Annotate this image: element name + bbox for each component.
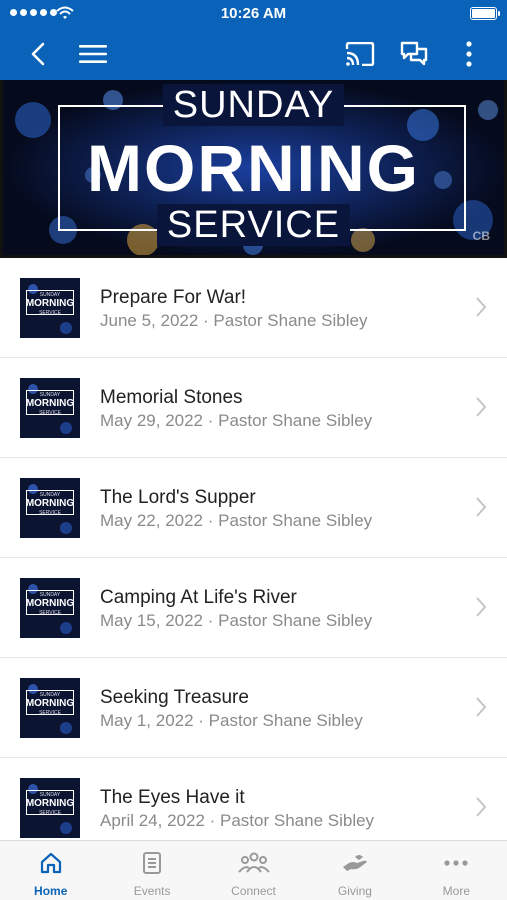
tab-giving[interactable]: Giving xyxy=(304,841,405,900)
more-options-button[interactable] xyxy=(447,28,491,80)
sermon-subtitle: May 1, 2022 · Pastor Shane Sibley xyxy=(100,711,363,730)
sermon-title: Memorial Stones xyxy=(100,387,243,408)
people-icon xyxy=(237,852,270,873)
back-button[interactable] xyxy=(16,28,60,80)
banner-title-morning: MORNING xyxy=(87,131,420,205)
tab-events[interactable]: Events xyxy=(101,841,202,900)
sermon-thumbnail: SUNDAY MORNING SERVICE xyxy=(20,778,80,838)
sermon-title: The Lord's Supper xyxy=(100,487,256,508)
chat-button[interactable] xyxy=(392,28,436,80)
more-vertical-icon xyxy=(466,41,472,67)
banner-title-service: SERVICE xyxy=(3,204,504,246)
cast-button[interactable] xyxy=(338,28,382,80)
sermon-title: Prepare For War! xyxy=(100,287,247,308)
chevron-right-icon xyxy=(476,597,487,617)
sermon-title: The Eyes Have it xyxy=(100,787,245,808)
list-item[interactable]: SUNDAY MORNING SERVICE Prepare For War! … xyxy=(0,258,507,358)
sermon-thumbnail: SUNDAY MORNING SERVICE xyxy=(20,278,80,338)
sermon-thumbnail: SUNDAY MORNING SERVICE xyxy=(20,678,80,738)
chevron-right-icon xyxy=(476,697,487,717)
nav-bar xyxy=(0,28,507,80)
chevron-right-icon xyxy=(476,397,487,417)
sermon-thumbnail: SUNDAY MORNING SERVICE xyxy=(20,378,80,438)
sermon-subtitle: May 22, 2022 · Pastor Shane Sibley xyxy=(100,511,373,530)
giving-hand-icon xyxy=(342,855,367,871)
tab-label: Connect xyxy=(231,884,276,898)
cast-icon xyxy=(345,42,375,66)
tab-label: Home xyxy=(34,884,68,898)
list-item[interactable]: SUNDAY MORNING SERVICE Seeking Treasure … xyxy=(0,658,507,758)
church-logo: CB xyxy=(472,229,490,243)
hamburger-icon xyxy=(79,45,107,63)
sermon-thumbnail: SUNDAY MORNING SERVICE xyxy=(20,578,80,638)
sermon-subtitle: May 15, 2022 · Pastor Shane Sibley xyxy=(100,611,373,630)
chevron-right-icon xyxy=(476,297,487,317)
more-horizontal-icon xyxy=(444,860,468,866)
list-item[interactable]: SUNDAY MORNING SERVICE The Lord's Supper… xyxy=(0,458,507,558)
sermon-title: Camping At Life's River xyxy=(100,587,297,608)
tab-label: Events xyxy=(133,884,171,898)
battery-icon xyxy=(470,7,500,20)
sermon-subtitle: May 29, 2022 · Pastor Shane Sibley xyxy=(100,411,373,430)
sermon-list: SUNDAY MORNING SERVICE Prepare For War! … xyxy=(0,258,507,858)
sermon-subtitle: June 5, 2022 · Pastor Shane Sibley xyxy=(100,311,368,330)
sermon-thumbnail: SUNDAY MORNING SERVICE xyxy=(20,478,80,538)
chat-icon xyxy=(400,41,428,66)
sermon-title: Seeking Treasure xyxy=(100,687,249,708)
tab-bar: Home Events Connect Giving More xyxy=(0,840,507,900)
home-icon xyxy=(40,852,61,874)
banner-title-sunday: SUNDAY xyxy=(3,84,504,126)
status-bar: 10:26 AM xyxy=(0,0,507,28)
list-item[interactable]: SUNDAY MORNING SERVICE Camping At Life's… xyxy=(0,558,507,658)
tab-label: Giving xyxy=(337,884,372,898)
menu-button[interactable] xyxy=(71,28,115,80)
list-item[interactable]: SUNDAY MORNING SERVICE Memorial Stones M… xyxy=(0,358,507,458)
tab-more[interactable]: More xyxy=(406,841,507,900)
tab-home[interactable]: Home xyxy=(0,841,101,900)
sermon-subtitle: April 24, 2022 · Pastor Shane Sibley xyxy=(100,811,375,830)
status-time: 10:26 AM xyxy=(220,5,287,22)
tab-connect[interactable]: Connect xyxy=(203,841,304,900)
tab-label: More xyxy=(442,884,470,898)
chevron-left-icon xyxy=(31,42,45,66)
calendar-icon xyxy=(143,852,162,874)
chevron-right-icon xyxy=(476,797,487,817)
chevron-right-icon xyxy=(476,497,487,517)
service-banner: SUNDAY MORNING SERVICE CB xyxy=(0,80,507,258)
